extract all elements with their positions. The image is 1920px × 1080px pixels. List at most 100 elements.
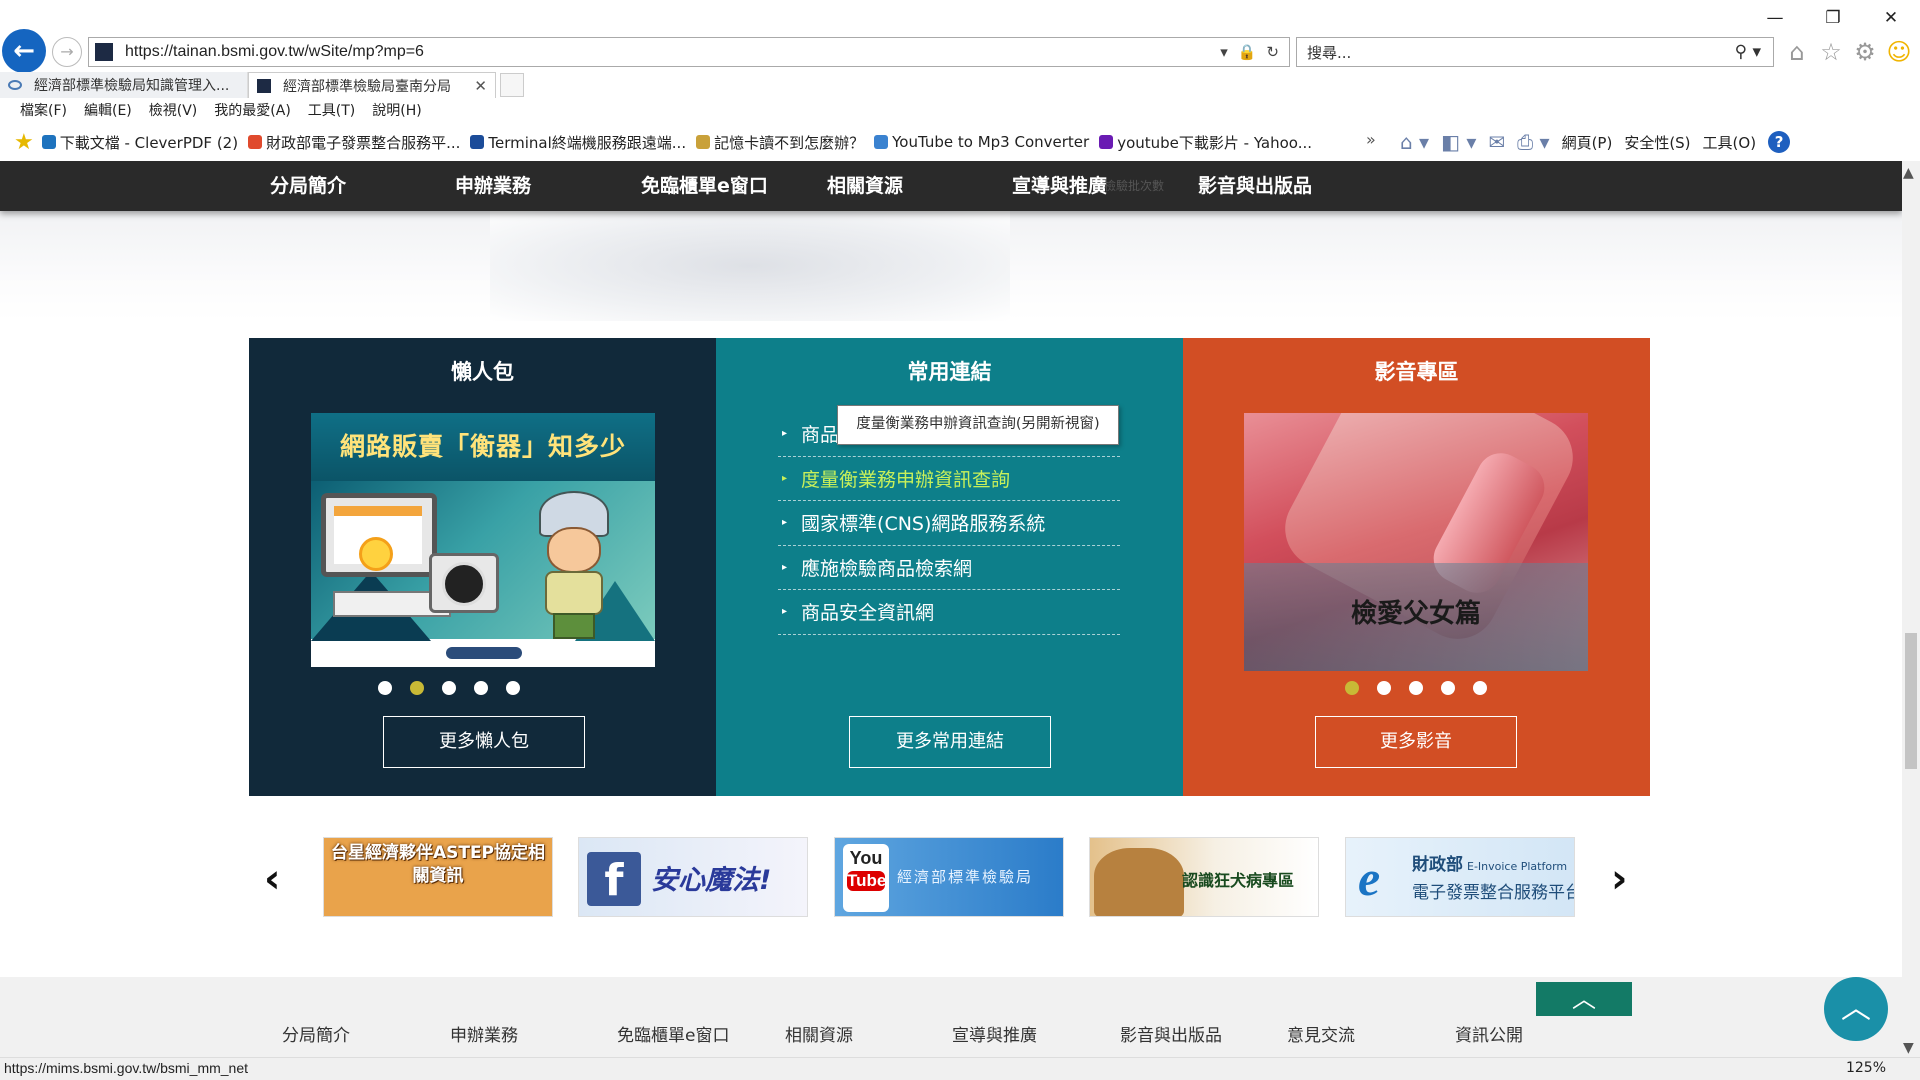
carousel-dot[interactable] xyxy=(474,681,488,695)
address-dropdown-icon[interactable]: ▾ xyxy=(1220,43,1228,61)
footer-nav-item[interactable]: 資訊公開 xyxy=(1455,1021,1523,1046)
new-tab-button[interactable] xyxy=(500,73,524,97)
minimize-icon[interactable]: — xyxy=(1746,4,1804,32)
nav-branch-intro[interactable]: 分局簡介 xyxy=(270,161,346,211)
tools-menu[interactable]: 工具(O) xyxy=(1703,132,1757,153)
scroll-top-button[interactable]: ︿ xyxy=(1536,982,1632,1016)
forward-button[interactable]: → xyxy=(52,37,82,67)
nav-promotion[interactable]: 宣導與推廣 xyxy=(1012,161,1107,211)
footer-nav-item[interactable]: 相關資源 xyxy=(785,1021,853,1046)
scrollbar-thumb[interactable] xyxy=(1905,633,1917,769)
link-item[interactable]: ▸ 應施檢驗商品檢索網 xyxy=(778,546,1120,590)
banner-youtube[interactable]: You Tube 經濟部標準檢驗局 xyxy=(834,837,1064,917)
menu-view[interactable]: 檢視(V) xyxy=(149,99,198,123)
carousel-dot[interactable] xyxy=(442,681,456,695)
footer-nav-item[interactable]: 分局簡介 xyxy=(282,1021,350,1046)
nav-resources[interactable]: 相關資源 xyxy=(827,161,903,211)
feeds-icon[interactable]: ◧ ▾ xyxy=(1441,130,1476,154)
link-item[interactable]: ▸ 商品安全資訊網 xyxy=(778,590,1120,635)
feedback-smile-icon[interactable]: ☺ xyxy=(1886,38,1912,66)
tab-favicon-icon xyxy=(8,80,22,90)
carousel-dot[interactable] xyxy=(506,681,520,695)
favorite-link[interactable]: youtube下載影片 - Yahoo... xyxy=(1099,132,1312,153)
back-to-top-circle-button[interactable]: ︿ xyxy=(1824,977,1888,1041)
footer-nav-item[interactable]: 宣導與推廣 xyxy=(952,1021,1037,1046)
tab-close-icon[interactable]: ✕ xyxy=(474,77,487,95)
menu-favorites[interactable]: 我的最愛(A) xyxy=(214,99,291,123)
link-label: 國家標準(CNS)網路服務系統 xyxy=(801,513,1046,536)
zoom-level[interactable]: 125% xyxy=(1846,1060,1886,1076)
more-links-button[interactable]: 更多常用連結 xyxy=(849,716,1051,768)
favorite-link[interactable]: 記憶卡讀不到怎麼辦？ xyxy=(696,132,864,153)
status-url: https://mims.bsmi.gov.tw/bsmi_mm_net xyxy=(4,1060,249,1076)
menu-tools[interactable]: 工具(T) xyxy=(308,99,355,123)
home-icon[interactable]: ⌂ xyxy=(1784,38,1810,66)
settings-gear-icon[interactable]: ⚙ xyxy=(1852,38,1878,66)
lock-icon[interactable]: 🔒 xyxy=(1238,43,1257,61)
address-bar[interactable]: https://tainan.bsmi.gov.tw/wSite/mp?mp=6… xyxy=(88,37,1290,67)
nav-applications[interactable]: 申辦業務 xyxy=(455,161,531,211)
tab-tainan-branch[interactable]: 經濟部標準檢驗局臺南分局 ✕ xyxy=(248,72,496,98)
refresh-icon[interactable]: ↻ xyxy=(1266,43,1279,61)
carousel-dot[interactable] xyxy=(1409,681,1423,695)
banner-einvoice[interactable]: e 財政部 E-Invoice Platform 電子發票整合服務平台 xyxy=(1345,837,1575,917)
close-window-icon[interactable]: ✕ xyxy=(1862,4,1920,32)
tab-favicon-icon xyxy=(257,78,271,93)
favorite-label: youtube下載影片 - Yahoo... xyxy=(1117,133,1313,152)
mascot-body xyxy=(545,571,603,615)
menu-help[interactable]: 說明(H) xyxy=(372,99,421,123)
print-icon[interactable]: ⎙ ▾ xyxy=(1517,130,1549,154)
mail-icon[interactable]: ✉ xyxy=(1488,130,1505,154)
favorite-link[interactable]: 財政部電子發票整合服務平... xyxy=(248,132,460,153)
page-scrollbar[interactable]: ▲ ▼ xyxy=(1902,161,1920,1060)
banner-astep[interactable]: 台星經濟夥伴ASTEP協定相關資訊 xyxy=(323,837,553,917)
menu-file[interactable]: 檔案(F) xyxy=(20,99,67,123)
lazy-pack-panel: 懶人包 網路販賣「衡器」知多少 更多懶人包 xyxy=(249,338,716,796)
scroll-up-arrow-icon[interactable]: ▲ xyxy=(1903,165,1914,181)
safety-menu[interactable]: 安全性(S) xyxy=(1624,132,1690,153)
tab-knowledge-portal[interactable]: 經濟部標準檢驗局知識管理入... xyxy=(0,72,248,98)
carousel-dot-active[interactable] xyxy=(410,681,424,695)
banner-rabies[interactable]: 認識狂犬病專區 xyxy=(1089,837,1319,917)
footer-nav-item[interactable]: 申辦業務 xyxy=(450,1021,518,1046)
address-url[interactable]: https://tainan.bsmi.gov.tw/wSite/mp?mp=6 xyxy=(125,43,1220,61)
common-links-title: 常用連結 xyxy=(907,360,992,384)
favorite-link[interactable]: YouTube to Mp3 Converter xyxy=(874,133,1089,151)
footer-nav-item[interactable]: 意見交流 xyxy=(1287,1021,1355,1046)
common-links-list: ▸ 商品安全資訊網 ▸ 度量衡業務申辦資訊查詢 ▸ 國家標準(CNS)網路服務系統 ▸… xyxy=(778,412,1120,635)
lazy-pack-image[interactable]: 網路販賣「衡器」知多少 xyxy=(311,413,655,667)
more-videos-button[interactable]: 更多影音 xyxy=(1315,716,1517,768)
search-icon[interactable]: ⚲ ▾ xyxy=(1735,42,1761,62)
link-item[interactable]: ▸ 國家標準(CNS)網路服務系統 xyxy=(778,501,1120,546)
search-input[interactable]: 搜尋... ⚲ ▾ xyxy=(1296,37,1774,67)
footer-nav-item[interactable]: 免臨櫃單e窗口 xyxy=(617,1021,729,1046)
carousel-dot[interactable] xyxy=(1441,681,1455,695)
nav-media[interactable]: 影音與出版品 xyxy=(1198,161,1312,211)
favorites-star-icon[interactable]: ☆ xyxy=(1818,38,1844,66)
menu-edit[interactable]: 編輯(E) xyxy=(84,99,132,123)
favorites-bar-star-icon[interactable]: ★ xyxy=(14,130,34,155)
home-command-icon[interactable]: ⌂ ▾ xyxy=(1400,130,1429,154)
video-thumbnail[interactable]: 檢愛父女篇 xyxy=(1244,413,1588,671)
favorite-link[interactable]: Terminal終端機服務跟遠端... xyxy=(470,132,686,153)
footer-nav-item[interactable]: 影音與出版品 xyxy=(1120,1021,1222,1046)
carousel-dot[interactable] xyxy=(378,681,392,695)
page-menu[interactable]: 網頁(P) xyxy=(1562,132,1613,153)
link-item[interactable]: ▸ 度量衡業務申辦資訊查詢 xyxy=(778,457,1120,501)
nav-e-window[interactable]: 免臨櫃單e窗口 xyxy=(641,161,768,211)
help-icon[interactable]: ? xyxy=(1768,131,1791,153)
banner-facebook[interactable]: f 安心魔法! xyxy=(578,837,808,917)
banner-einvoice-line2: 電子發票整合服務平台 xyxy=(1412,883,1575,903)
favorite-link[interactable]: 下載文檔 - CleverPDF (2) xyxy=(41,132,238,153)
restore-icon[interactable]: ❐ xyxy=(1804,4,1862,32)
more-lazy-pack-button[interactable]: 更多懶人包 xyxy=(383,716,585,768)
bullet-arrow-icon: ▸ xyxy=(782,428,788,440)
carousel-dot[interactable] xyxy=(1473,681,1487,695)
carousel-dot[interactable] xyxy=(1377,681,1391,695)
carousel-dot-active[interactable] xyxy=(1345,681,1359,695)
carousel-next-arrow-icon[interactable]: › xyxy=(1611,856,1627,902)
scroll-down-arrow-icon[interactable]: ▼ xyxy=(1903,1040,1914,1056)
carousel-prev-arrow-icon[interactable]: ‹ xyxy=(264,856,280,902)
favorites-overflow-chevron-icon[interactable]: » xyxy=(1366,130,1376,149)
back-button[interactable]: ← xyxy=(2,29,46,73)
